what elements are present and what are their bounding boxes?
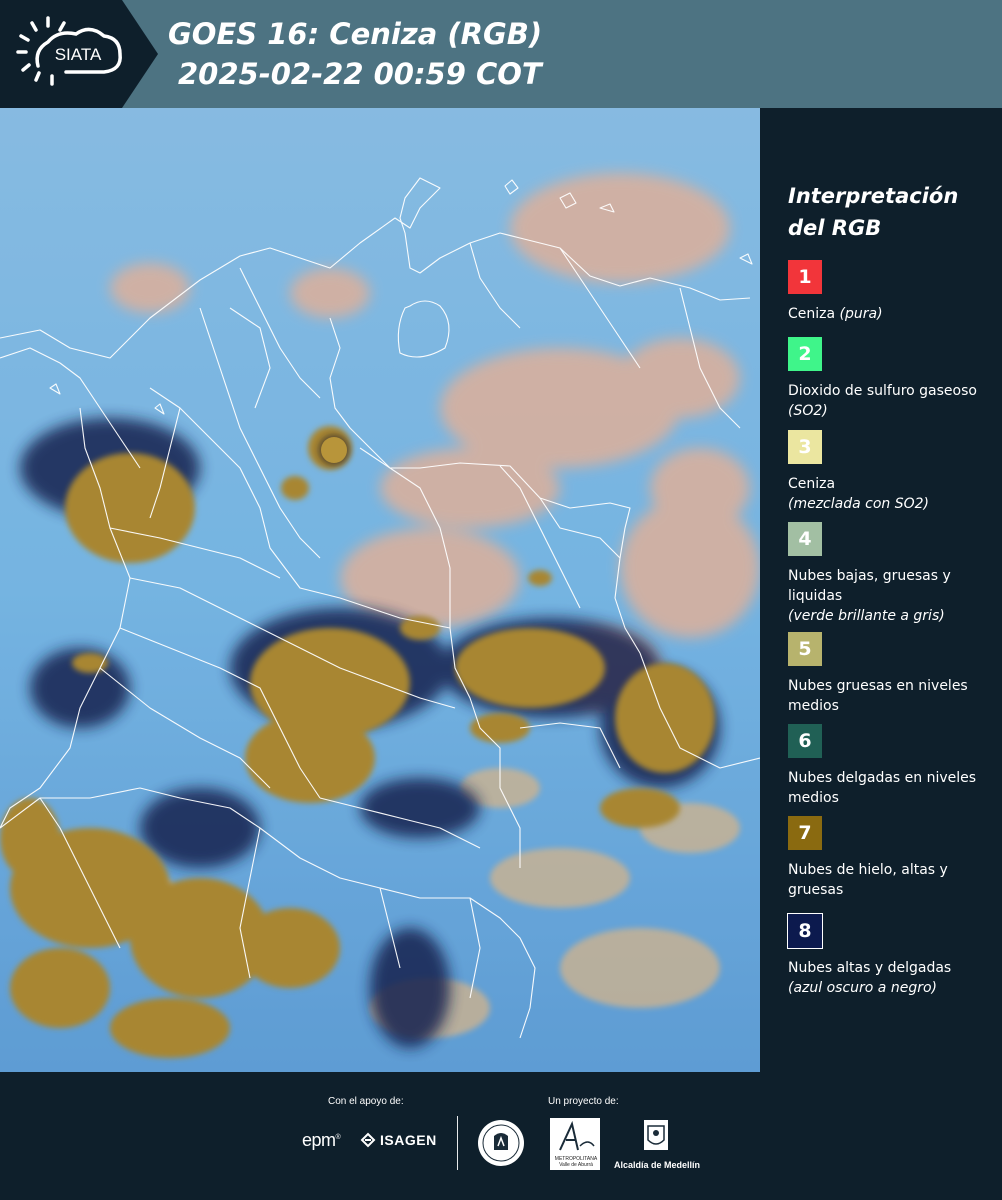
legend-item-2: 2 Dioxido de sulfuro gaseoso (SO2) bbox=[788, 337, 998, 421]
siata-logo: SIATA bbox=[0, 0, 158, 108]
area-logo-icon bbox=[559, 1120, 595, 1151]
footer-divider bbox=[457, 1116, 458, 1170]
legend-item-3: 3 Ceniza (mezclada con SO2) bbox=[788, 430, 998, 514]
legend-label-5: Nubes gruesas en niveles medios bbox=[788, 678, 968, 714]
rgb-legend: Interpretación del RGB 1 Ceniza (pura) 2… bbox=[760, 108, 1002, 1072]
isagen-logo: ISAGEN bbox=[360, 1132, 437, 1148]
page-title: GOES 16: Ceniza (RGB) bbox=[168, 17, 543, 51]
legend-label-3: Ceniza (mezclada con SO2) bbox=[788, 476, 930, 512]
epm-logo: epm® bbox=[302, 1130, 341, 1150]
legend-swatch-4: 4 bbox=[788, 522, 822, 556]
legend-item-7: 7 Nubes de hielo, altas y gruesas bbox=[788, 816, 998, 900]
legend-swatch-7: 7 bbox=[788, 816, 822, 850]
legend-item-8: 8 Nubes altas y delgadas (azul oscuro a n… bbox=[787, 913, 998, 998]
university-seal-icon bbox=[478, 1120, 524, 1166]
legend-label-1: Ceniza (pura) bbox=[788, 306, 883, 322]
legend-swatch-1: 1 bbox=[788, 260, 822, 294]
legend-label-2: Dioxido de sulfuro gaseoso (SO2) bbox=[788, 383, 977, 419]
legend-item-6: 6 Nubes delgadas en niveles medios bbox=[788, 724, 998, 808]
legend-swatch-5: 5 bbox=[788, 632, 822, 666]
satellite-map bbox=[0, 108, 760, 1072]
legend-label-4: Nubes bajas, gruesas y liquidas (verde br… bbox=[788, 568, 951, 624]
legend-item-5: 5 Nubes gruesas en niveles medios bbox=[788, 632, 998, 716]
legend-item-4: 4 Nubes bajas, gruesas y liquidas (verde … bbox=[788, 522, 998, 626]
footer-sponsors: Con el apoyo de: Un proyecto de: epm® IS… bbox=[0, 1072, 1002, 1200]
timestamp-title: 2025-02-22 00:59 COT bbox=[178, 57, 542, 91]
legend-label-6: Nubes delgadas en niveles medios bbox=[788, 770, 977, 806]
legend-swatch-3: 3 bbox=[788, 430, 822, 464]
support-label: Con el apoyo de: bbox=[328, 1096, 404, 1107]
header-bar: SIATA GOES 16: Ceniza (RGB) 2025-02-22 0… bbox=[0, 0, 1002, 108]
project-label: Un proyecto de: bbox=[548, 1096, 619, 1107]
satellite-image bbox=[0, 108, 760, 1072]
legend-label-7: Nubes de hielo, altas y gruesas bbox=[788, 862, 948, 898]
area-caption: METROPOLITANA Valle de Aburrá bbox=[554, 1156, 598, 1168]
legend-item-1: 1 Ceniza (pura) bbox=[788, 260, 998, 324]
svg-text:SIATA: SIATA bbox=[55, 45, 102, 64]
coat-of-arms-icon bbox=[644, 1120, 668, 1150]
alcaldia-label: Alcaldía de Medellín bbox=[613, 1160, 701, 1170]
legend-swatch-6: 6 bbox=[788, 724, 822, 758]
legend-label-8: Nubes altas y delgadas (azul oscuro a neg… bbox=[788, 960, 952, 996]
legend-swatch-8: 8 bbox=[787, 913, 823, 949]
legend-swatch-2: 2 bbox=[788, 337, 822, 371]
isagen-icon bbox=[360, 1132, 376, 1148]
legend-title: Interpretación del RGB bbox=[788, 184, 959, 240]
title-block: GOES 16: Ceniza (RGB) 2025-02-22 00:59 C… bbox=[168, 14, 968, 94]
